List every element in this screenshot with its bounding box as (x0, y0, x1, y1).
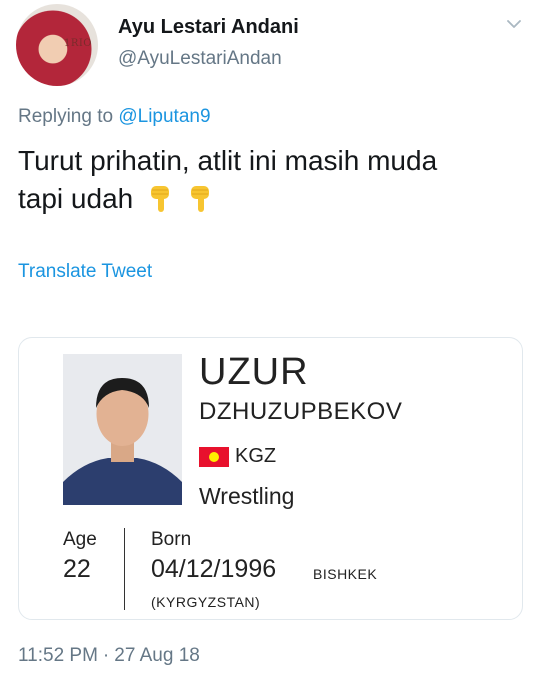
reply-mention-link[interactable]: @Liputan9 (118, 106, 210, 127)
age-value: 22 (63, 555, 91, 583)
backhand-index-pointing-down-icon (151, 186, 169, 212)
backhand-index-pointing-down-icon (190, 186, 209, 212)
translate-tweet-link[interactable]: Translate Tweet (18, 261, 152, 283)
born-country: (KYRGYZSTAN) (151, 594, 261, 610)
tweet-date: 27 Aug 18 (114, 645, 200, 666)
tweet-text-line-2: tapi udah (18, 180, 523, 218)
athlete-profile-card[interactable]: UZUR DZHUZUPBEKOV KGZ Wrestling Age 22 B… (18, 337, 523, 620)
replying-to: Replying to @Liputan9 (18, 106, 211, 128)
athlete-last-name: DZHUZUPBEKOV (199, 398, 403, 425)
replying-to-prefix: Replying to (18, 106, 119, 127)
author-name[interactable]: Ayu Lestari Andani (118, 16, 299, 39)
tweet-text-line-2-text: tapi udah (18, 183, 134, 214)
born-date: 04/12/1996 (151, 555, 277, 583)
athlete-country-code: KGZ (235, 445, 277, 467)
born-label: Born (151, 529, 192, 550)
chevron-down-icon[interactable] (506, 16, 522, 32)
timestamp-separator: · (102, 645, 110, 666)
tweet-text-line-1: Turut prihatin, atlit ini masih muda (18, 145, 438, 176)
author-avatar[interactable]: 1RIO (16, 4, 98, 86)
kyrgyzstan-flag-icon (199, 447, 229, 467)
age-label: Age (63, 529, 97, 550)
avatar-tag-text: 1RIO (63, 38, 92, 49)
card-divider (124, 528, 125, 610)
athlete-photo (63, 354, 182, 505)
born-city: BISHKEK (313, 566, 378, 582)
author-handle[interactable]: @AyuLestariAndan (118, 48, 282, 70)
tweet-text: Turut prihatin, atlit ini masih muda tap… (18, 142, 523, 218)
athlete-sport: Wrestling (199, 483, 295, 509)
tweet-timestamp[interactable]: 11:52 PM · 27 Aug 18 (18, 645, 200, 667)
tweet-time: 11:52 PM (18, 645, 98, 666)
athlete-first-name: UZUR (199, 351, 309, 393)
